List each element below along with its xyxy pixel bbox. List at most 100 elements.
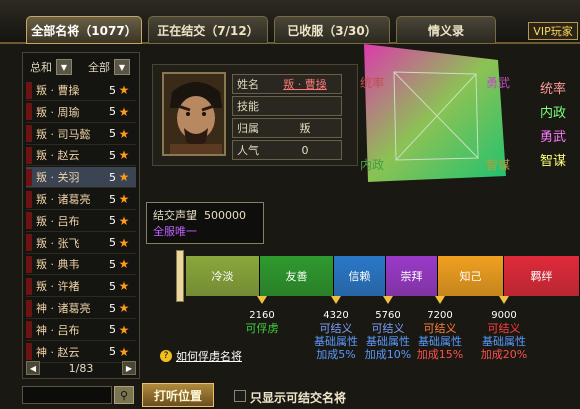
tab-label: 全部名将（1077）: [31, 23, 137, 38]
rep-segment: 羁绊: [504, 256, 580, 296]
tab-all-generals[interactable]: 全部名将（1077）: [26, 16, 142, 44]
star-icon: ★: [118, 301, 130, 315]
tick-description: 可结义 基础属性 加成20%: [473, 322, 535, 362]
tab-label: 正在结交（7/12）: [157, 23, 259, 38]
general-name: 神 · 吕布: [36, 323, 80, 337]
general-avatar: [26, 299, 32, 317]
radar-label-politics: 内政: [360, 158, 385, 172]
general-name: 叛 · 张飞: [36, 236, 80, 250]
general-level: 5: [109, 236, 116, 250]
popularity-value: 0: [301, 143, 309, 157]
general-list-item[interactable]: 叛 · 赵云 5 ★: [26, 145, 136, 167]
checkbox-label: 只显示可结交名将: [250, 391, 347, 405]
filter-dropdown-right[interactable]: 全部 ▼: [88, 58, 130, 76]
star-icon: ★: [118, 104, 130, 119]
general-list-item[interactable]: 叛 · 诸葛亮 5 ★: [26, 189, 136, 210]
page-indicator: 1/83: [68, 361, 94, 375]
general-level: 5: [109, 192, 116, 206]
listen-position-button[interactable]: 打听位置: [142, 383, 214, 407]
star-icon: ★: [118, 344, 130, 359]
side-stat-label: 智谋: [540, 154, 567, 169]
general-level: 5: [109, 257, 116, 271]
side-stat-label: 勇武: [540, 130, 567, 145]
general-level: 5: [109, 105, 116, 119]
star-icon: ★: [118, 126, 130, 141]
general-list-item[interactable]: 叛 · 周瑜 5 ★: [26, 102, 136, 123]
tick-marker-icon: [499, 296, 509, 304]
general-list-item[interactable]: 叛 · 典韦 5 ★: [26, 254, 136, 276]
tick-description: 可俘虏: [231, 322, 293, 336]
listen-button-label: 打听位置: [153, 388, 202, 403]
tick-value: 5760: [375, 310, 401, 321]
vip-badge[interactable]: VIP玩家: [528, 22, 578, 40]
general-list-item[interactable]: 叛 · 许褚 5 ★: [26, 276, 136, 298]
tick-desc-line2: 基础属性: [482, 334, 526, 348]
rep-segment: 知己: [438, 256, 504, 296]
general-level: 5: [109, 83, 116, 97]
pager: ◀ 1/83 ▶: [26, 360, 136, 376]
tick-desc-line1: 可俘虏: [245, 322, 279, 335]
radar-label-wisdom: 智谋: [486, 158, 511, 172]
skill-label: 技能: [237, 100, 259, 113]
general-name: 叛 · 诸葛亮: [36, 193, 91, 206]
star-icon: ★: [118, 257, 130, 272]
general-list-item[interactable]: 叛 · 关羽 5 ★: [26, 167, 136, 189]
tick-value: 9000: [491, 310, 517, 321]
general-avatar: [26, 343, 32, 361]
filter-dropdown-left[interactable]: 总和 ▼: [30, 58, 72, 76]
name-value[interactable]: 叛 · 曹操: [269, 76, 341, 92]
general-avatar: [26, 277, 32, 295]
show-befriendable-checkbox[interactable]: [234, 390, 246, 402]
general-portrait: [162, 72, 226, 156]
tick-marker-icon: [257, 296, 267, 304]
general-level: 5: [109, 345, 116, 359]
prev-page-icon[interactable]: ◀: [26, 361, 40, 375]
info-row-belong: 归属 叛: [232, 118, 342, 138]
tick-marker-icon: [435, 296, 445, 304]
search-input[interactable]: [22, 386, 112, 404]
tab-brotherhood[interactable]: 情义录: [396, 16, 496, 44]
help-link[interactable]: ? 如何俘虏名将: [160, 348, 242, 364]
star-icon: ★: [118, 213, 130, 228]
general-name: 叛 · 周瑜: [36, 105, 80, 119]
info-row-skill: 技能: [232, 96, 342, 116]
general-name: 叛 · 吕布: [36, 214, 80, 228]
general-name: 叛 · 典韦: [36, 258, 80, 272]
tick-marker-icon: [383, 296, 393, 304]
general-level: 5: [109, 148, 116, 162]
tooltip-note: 全服唯一: [153, 225, 197, 238]
general-avatar: [26, 212, 32, 230]
tick-desc-line3: 加成15%: [416, 347, 464, 361]
general-avatar: [26, 168, 32, 186]
tooltip-value: 500000: [204, 209, 246, 222]
star-icon: ★: [118, 170, 130, 185]
rep-bar-marker: [176, 250, 184, 302]
tab-captured[interactable]: 已收服（3/30）: [274, 16, 390, 44]
star-icon: ★: [118, 83, 130, 97]
general-name: 叛 · 赵云: [36, 149, 80, 163]
tab-label: 情义录: [427, 23, 464, 38]
general-list-item[interactable]: 叛 · 张飞 5 ★: [26, 233, 136, 254]
general-name: 叛 · 曹操: [36, 84, 80, 97]
search-icon[interactable]: ⚲: [114, 386, 134, 404]
general-list-item[interactable]: 叛 · 曹操 5 ★: [26, 80, 136, 101]
name-label: 姓名: [237, 78, 259, 91]
general-list-item[interactable]: 神 · 诸葛亮 5 ★: [26, 298, 136, 319]
side-stat-label: 统率: [540, 82, 567, 97]
general-level: 5: [109, 323, 116, 337]
general-list-item[interactable]: 叛 · 司马懿 5 ★: [26, 124, 136, 145]
tick-marker-icon: [331, 296, 341, 304]
tab-befriending[interactable]: 正在结交（7/12）: [148, 16, 268, 44]
general-avatar: [26, 190, 32, 208]
general-list-item[interactable]: 叛 · 吕布 5 ★: [26, 211, 136, 232]
rep-segment: 崇拜: [386, 256, 438, 296]
star-icon: ★: [118, 148, 130, 163]
general-list-item[interactable]: 神 · 吕布 5 ★: [26, 320, 136, 341]
radar-label-lead: 统率: [360, 76, 385, 90]
help-link-label: 如何俘虏名将: [176, 350, 242, 363]
star-icon: ★: [118, 279, 130, 294]
chevron-down-icon: ▼: [56, 59, 72, 75]
next-page-icon[interactable]: ▶: [121, 361, 136, 375]
general-avatar: [26, 234, 32, 252]
general-avatar: [26, 125, 32, 143]
